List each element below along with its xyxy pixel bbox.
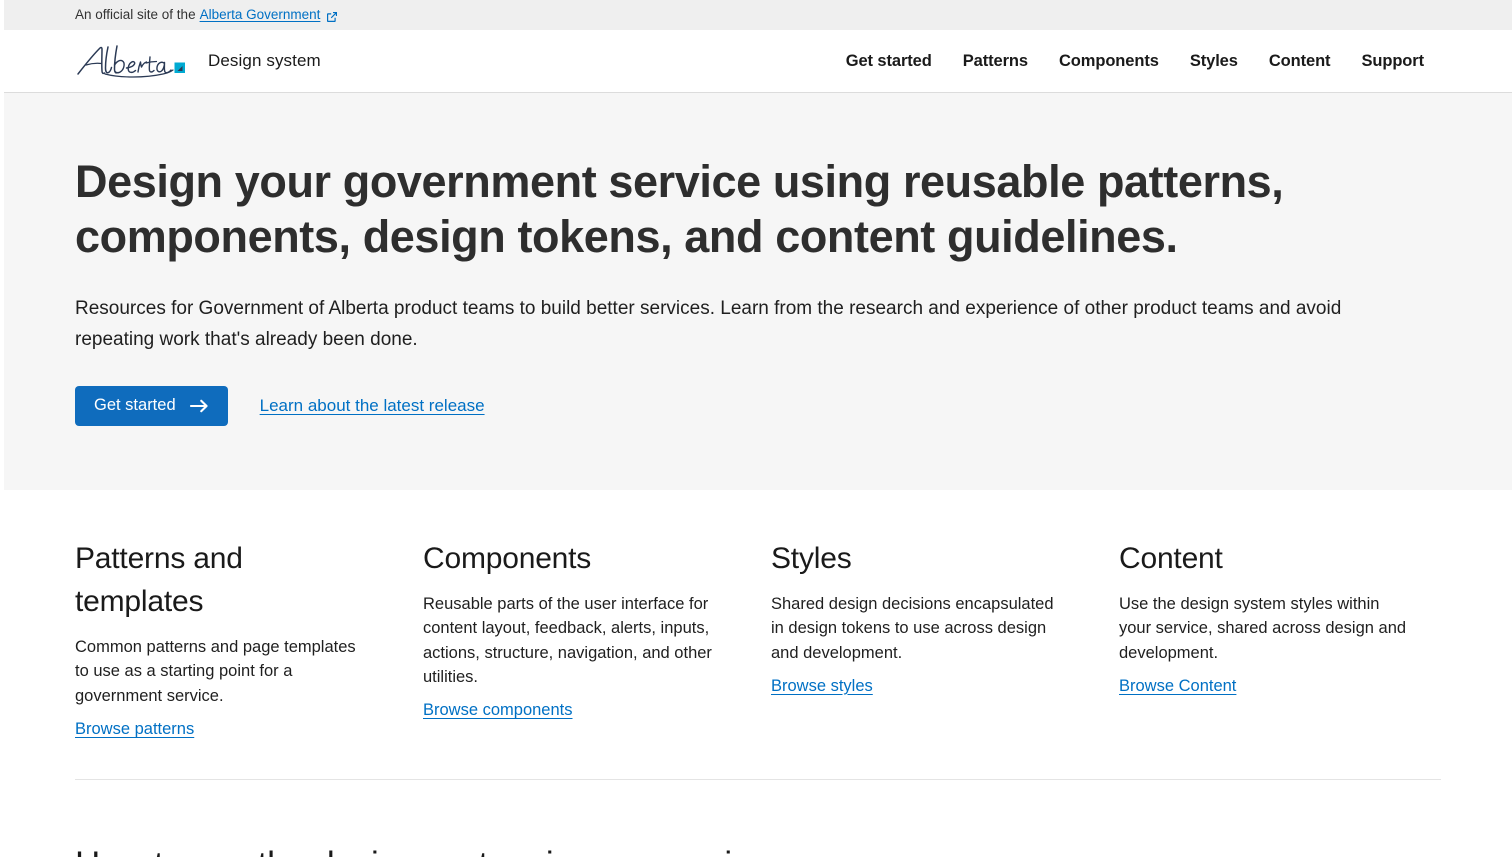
brand-title: Design system [208, 51, 321, 70]
browse-patterns-link[interactable]: Browse patterns [75, 720, 194, 739]
how-to-use-section: How to use the design system in your ser… [4, 779, 1512, 857]
card-title: Components [423, 541, 592, 575]
page-root: An official site of the Alberta Governme… [4, 0, 1512, 857]
arrow-right-icon [189, 399, 209, 413]
site-header: Design system Get started Patterns Compo… [4, 30, 1512, 93]
official-site-text: An official site of the [75, 7, 196, 23]
nav-item-patterns[interactable]: Patterns [963, 52, 1028, 71]
how-to-use-heading: How to use the design system in your ser… [75, 842, 1441, 857]
card-body: Reusable parts of the user interface for… [423, 595, 712, 686]
card-content: Content Use the design system styles wit… [1119, 537, 1467, 739]
alberta-government-link[interactable]: Alberta Government [200, 8, 321, 22]
card-body: Use the design system styles within your… [1119, 595, 1407, 662]
card-patterns-and-templates: Patterns and templates Common patterns a… [75, 537, 423, 739]
brand-home-link[interactable]: Design system [75, 43, 321, 79]
card-title: Styles [771, 541, 852, 575]
latest-release-link[interactable]: Learn about the latest release [260, 396, 485, 416]
nav-item-get-started[interactable]: Get started [846, 52, 932, 71]
browser-viewport: An official site of the Alberta Governme… [0, 0, 1512, 857]
card-components: Components Reusable parts of the user in… [423, 537, 771, 739]
nav-item-components[interactable]: Components [1059, 52, 1159, 71]
hero-subheading: Resources for Government of Alberta prod… [75, 297, 1342, 350]
external-link-icon [326, 11, 338, 23]
browse-styles-link[interactable]: Browse styles [771, 677, 873, 696]
card-title: Patterns and templates [75, 541, 243, 618]
nav-item-content[interactable]: Content [1269, 52, 1331, 71]
card-styles: Styles Shared design decisions encapsula… [771, 537, 1119, 739]
browse-components-link[interactable]: Browse components [423, 701, 573, 720]
hero-heading: Design your government service using reu… [75, 156, 1284, 262]
nav-item-support[interactable]: Support [1361, 52, 1424, 71]
get-started-button-label: Get started [94, 396, 176, 415]
alberta-logo [77, 45, 185, 78]
browse-content-link[interactable]: Browse Content [1119, 677, 1236, 696]
overview-cards-section: Patterns and templates Common patterns a… [4, 489, 1512, 779]
nav-item-styles[interactable]: Styles [1190, 52, 1238, 71]
get-started-button[interactable]: Get started [75, 386, 228, 426]
main-navigation: Get started Patterns Components Styles C… [846, 52, 1424, 71]
card-body: Common patterns and page templates to us… [75, 638, 356, 705]
overview-cards-grid: Patterns and templates Common patterns a… [75, 537, 1441, 739]
hero-section: Design your government service using reu… [4, 93, 1512, 490]
official-site-banner: An official site of the Alberta Governme… [4, 0, 1512, 30]
hero-actions: Get started Learn about the latest relea… [75, 386, 1441, 426]
card-body: Shared design decisions encapsulated in … [771, 595, 1054, 662]
card-title: Content [1119, 541, 1223, 575]
